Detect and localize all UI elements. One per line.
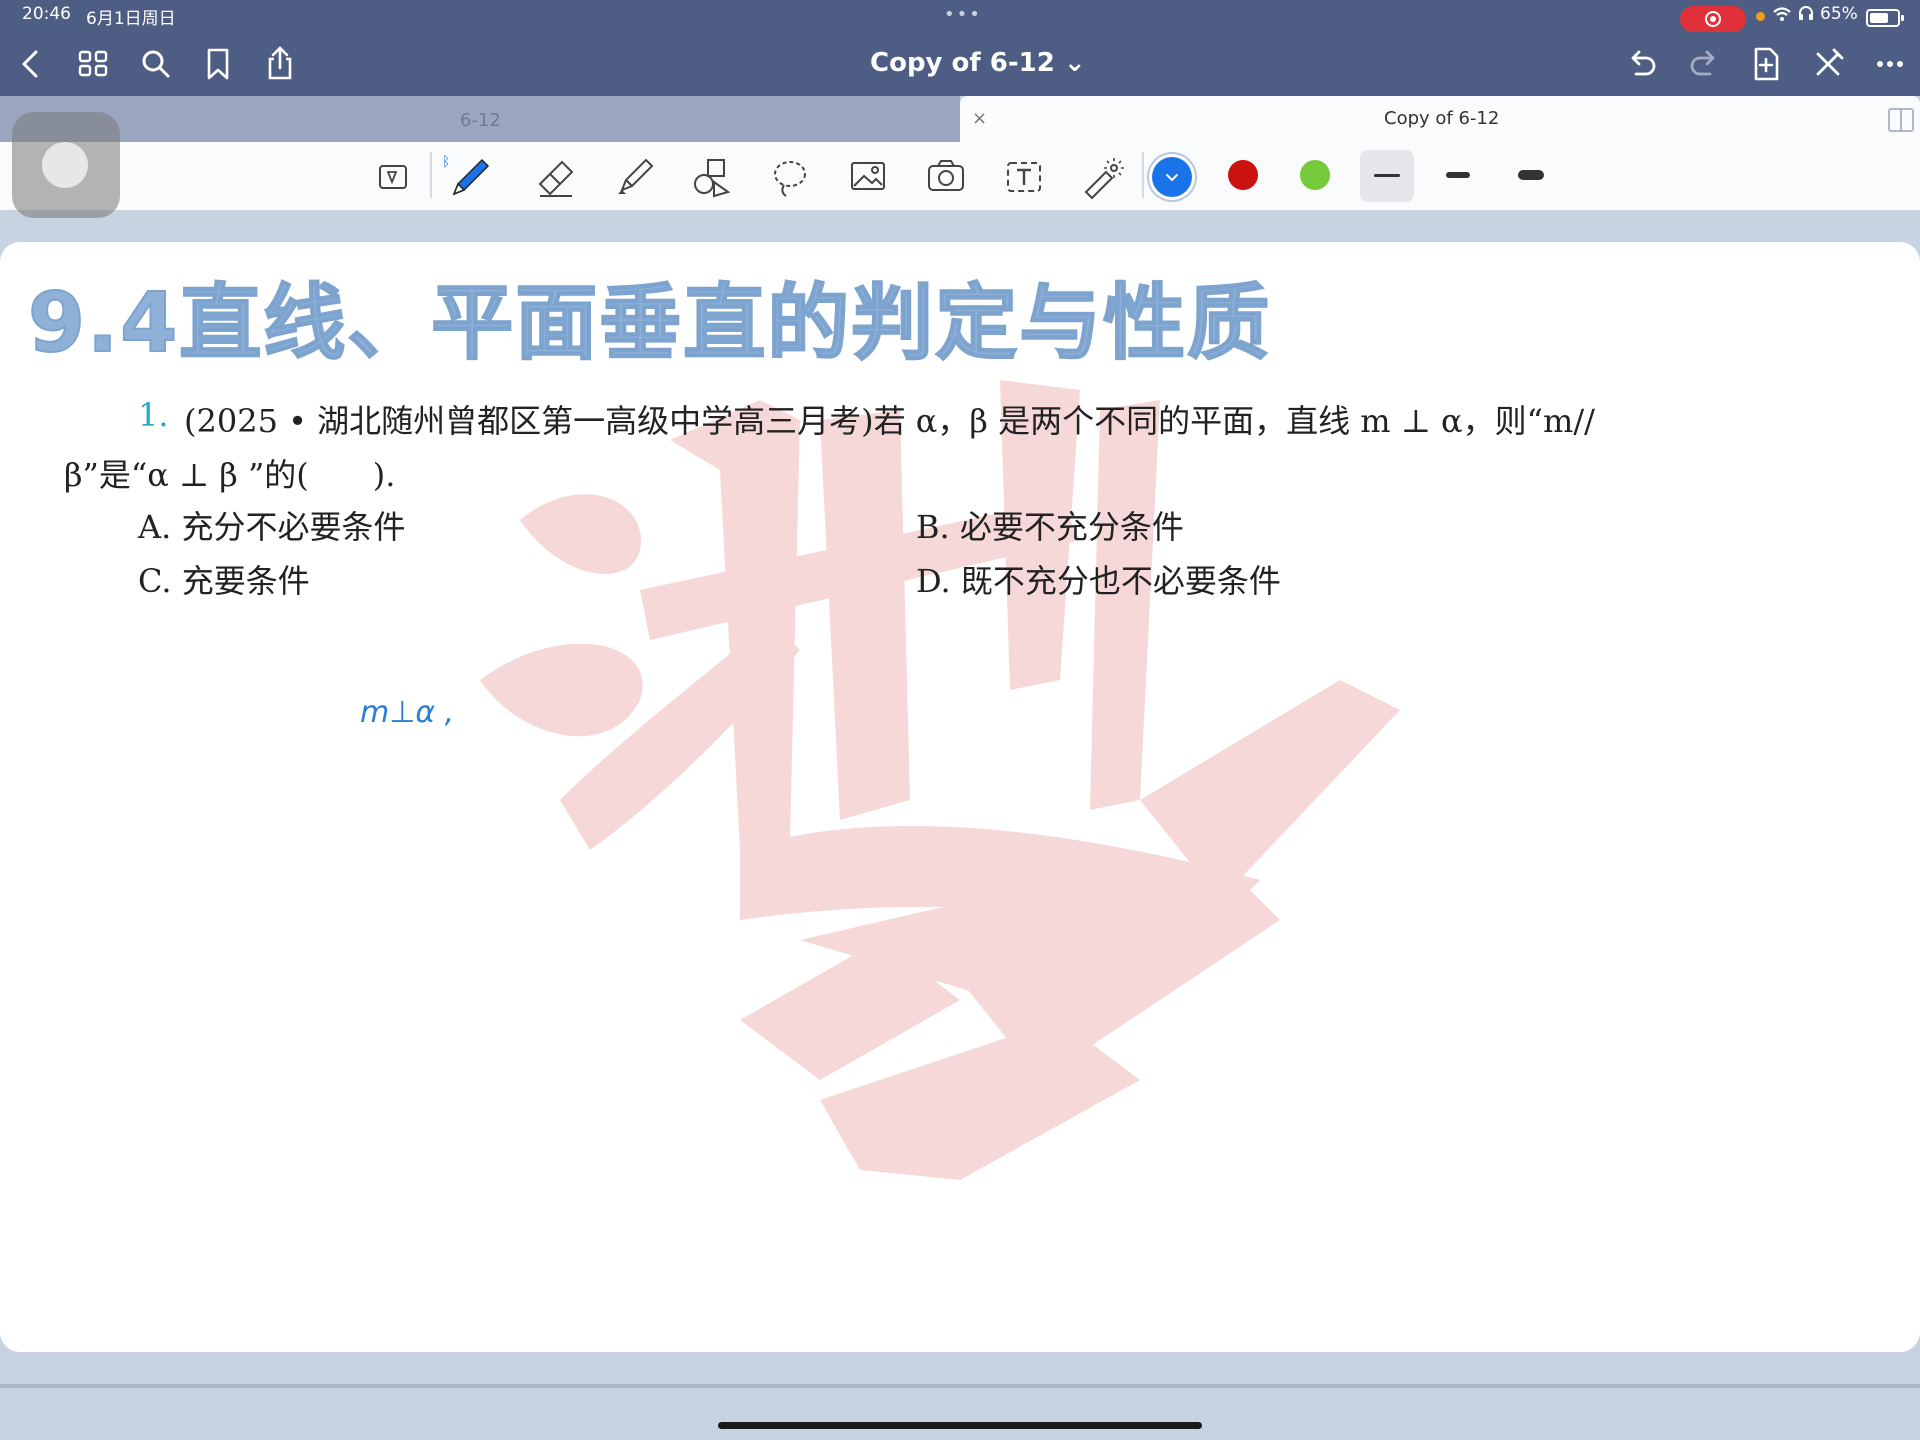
toolbar-divider [1142, 152, 1144, 198]
grid-icon[interactable] [74, 44, 114, 84]
close-pen-icon[interactable] [1808, 44, 1848, 84]
color-swatch-green[interactable] [1300, 160, 1330, 190]
image-icon[interactable] [840, 150, 896, 204]
status-date: 6月1日周日 [86, 9, 176, 29]
undo-icon[interactable] [1622, 44, 1662, 84]
shapes-icon[interactable] [684, 150, 740, 204]
bookmark-icon[interactable] [198, 44, 238, 84]
assistive-touch-button[interactable] [12, 112, 120, 218]
question-text-line-2: β”是“α ⊥ β ”的( ). [64, 456, 396, 494]
document-title-menu[interactable]: Copy of 6-12 ⌄ [870, 48, 1086, 78]
section-heading: 9.4直线、平面垂直的判定与性质 [27, 275, 1272, 372]
stroke-weight-medium[interactable] [1446, 172, 1470, 178]
lasso-icon[interactable] [762, 150, 818, 204]
multitasking-dots[interactable]: ••• [944, 4, 982, 25]
option-d: D. 既不充分也不必要条件 [916, 562, 1281, 600]
question-text-line-1: (2025 • 湖北随州曾都区第一高级中学高三月考)若 α，β 是两个不同的平面… [184, 402, 1595, 440]
eraser-icon[interactable] [528, 150, 584, 204]
stroke-weight-thick[interactable] [1518, 170, 1544, 180]
search-icon[interactable] [136, 44, 176, 84]
screen-recording-indicator[interactable] [1680, 6, 1746, 32]
share-icon[interactable] [260, 44, 300, 84]
wifi-icon [1772, 5, 1792, 28]
battery-percentage: 65% [1820, 4, 1858, 24]
camera-icon[interactable] [918, 150, 974, 204]
handwritten-annotation[interactable]: m⊥α , [360, 686, 500, 738]
color-swatch-red[interactable] [1228, 160, 1258, 190]
pen-icon[interactable]: ᛒ [440, 150, 496, 204]
more-icon[interactable] [1870, 44, 1910, 84]
svg-text:m⊥α ,: m⊥α , [360, 695, 454, 730]
back-icon[interactable] [12, 44, 52, 84]
highlighter-icon[interactable] [606, 150, 662, 204]
redo-icon[interactable] [1684, 44, 1724, 84]
status-time: 20:46 [22, 4, 71, 24]
color-swatch-blue[interactable] [1152, 157, 1192, 197]
option-c: C. 充要条件 [138, 562, 310, 600]
headphones-icon [1798, 5, 1814, 25]
weight-thin-line [1374, 174, 1400, 177]
home-indicator[interactable] [718, 1422, 1202, 1429]
text-box-icon[interactable] [996, 150, 1052, 204]
question-number: 1. [138, 396, 169, 434]
option-b: B. 必要不充分条件 [916, 508, 1184, 546]
battery-icon [1866, 9, 1904, 27]
option-a: A. 充分不必要条件 [138, 508, 406, 546]
tab-6-12-label: 6-12 [460, 110, 501, 131]
svg-text:ᛒ: ᛒ [442, 154, 450, 170]
tab-close-icon[interactable]: × [972, 108, 987, 129]
read-mode-icon[interactable] [366, 150, 422, 204]
chevron-down-icon [1166, 174, 1178, 182]
page-bottom-divider [0, 1384, 1920, 1388]
laser-pointer-icon[interactable] [1074, 150, 1130, 204]
split-view-icon[interactable] [1888, 108, 1914, 132]
tab-copy-of-6-12-label: Copy of 6-12 [1384, 108, 1500, 129]
mic-indicator-dot [1756, 12, 1765, 21]
add-page-icon[interactable] [1746, 44, 1786, 84]
toolbar-divider [430, 152, 432, 198]
